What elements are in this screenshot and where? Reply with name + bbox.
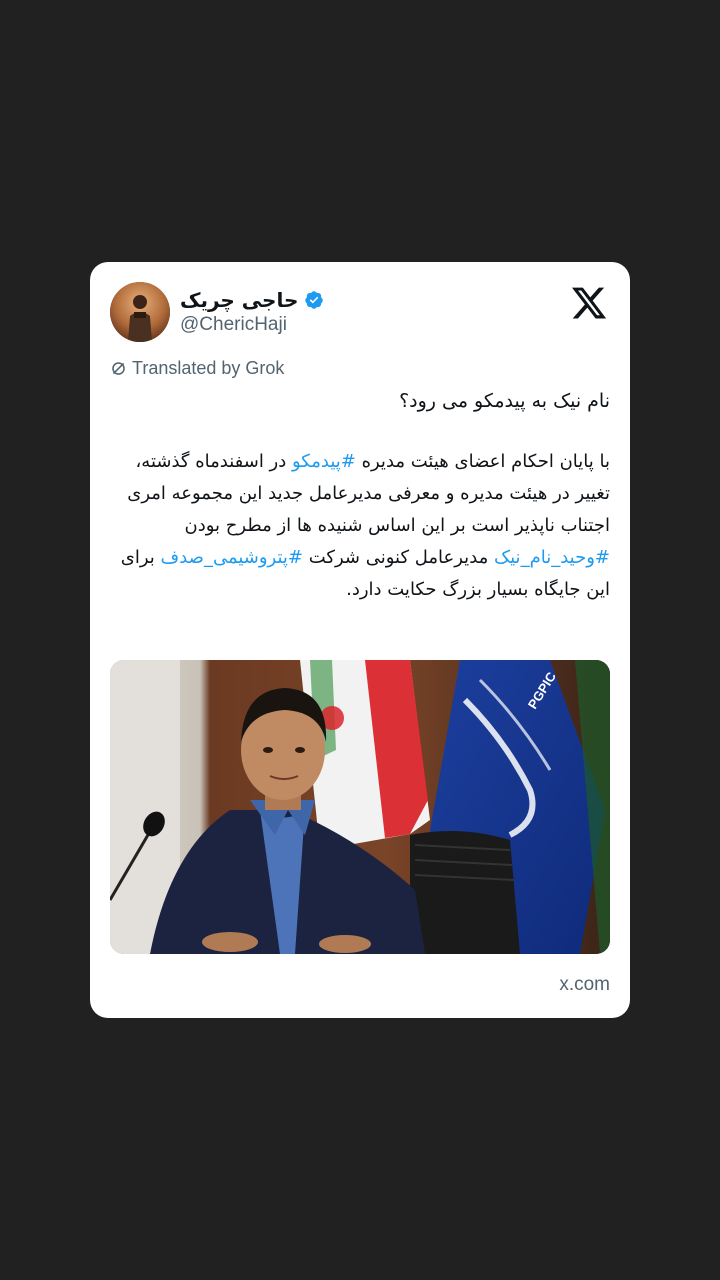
translation-label: Translated by Grok: [132, 358, 285, 378]
hashtag-link[interactable]: #پتروشیمی_صدف: [161, 547, 303, 568]
tweet-card[interactable]: حاجی چریک @ChericHaji Translated by Grok: [90, 262, 630, 1018]
story-background: حاجی چریک @ChericHaji Translated by Grok: [0, 0, 720, 1280]
tweet-body: با پایان احکام اعضای هیئت مدیره #پیدمکو …: [110, 446, 610, 606]
photo-illustration: PGPIC: [110, 660, 610, 954]
avatar[interactable]: [110, 282, 170, 342]
hashtag-link[interactable]: #پیدمکو: [292, 451, 356, 472]
hashtag-link[interactable]: #وحید_نام_نیک: [494, 547, 610, 568]
tweet-title: نام نیک به پیدمکو می رود؟: [399, 390, 610, 412]
source-link[interactable]: x.com: [559, 974, 610, 996]
translation-note[interactable]: Translated by Grok: [110, 358, 284, 379]
author-display-name[interactable]: حاجی چریک: [180, 288, 298, 312]
verified-badge-icon: [304, 290, 324, 310]
tweet-text-segment: با پایان احکام اعضای هیئت مدیره: [355, 451, 610, 472]
author-handle[interactable]: @ChericHaji: [180, 314, 287, 336]
author-name-row[interactable]: حاجی چریک: [180, 286, 324, 314]
tweet-photo[interactable]: PGPIC: [110, 660, 610, 954]
x-logo-icon[interactable]: [570, 284, 608, 322]
avatar-image: [110, 282, 170, 342]
translate-icon: [112, 362, 125, 375]
tweet-text-segment: مدیرعامل کنونی شرکت: [303, 547, 495, 568]
